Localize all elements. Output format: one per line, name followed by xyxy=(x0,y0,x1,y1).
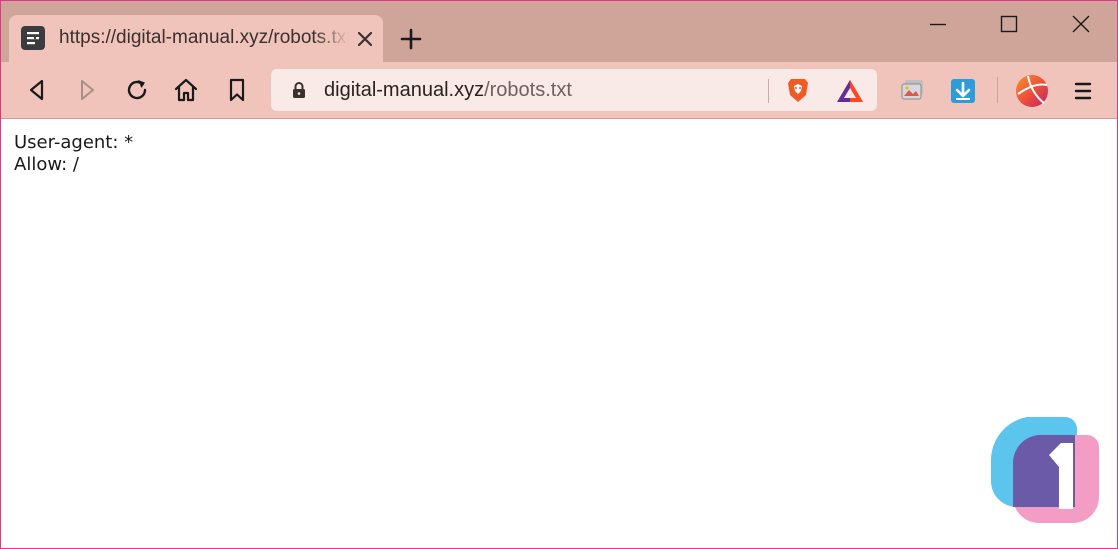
reload-button[interactable] xyxy=(123,76,151,104)
forward-icon xyxy=(81,80,94,100)
url-divider xyxy=(768,79,769,103)
lock-icon[interactable] xyxy=(289,80,309,100)
robots-line-allow: Allow: / xyxy=(14,154,79,175)
home-icon xyxy=(174,78,198,102)
robots-txt-content: User-agent: * Allow: / xyxy=(14,132,133,176)
maximize-button[interactable] xyxy=(974,1,1044,47)
back-icon xyxy=(29,79,44,101)
home-button[interactable] xyxy=(172,76,200,104)
page-content: User-agent: * Allow: / xyxy=(1,119,1117,548)
brave-rewards-icon[interactable] xyxy=(835,77,865,105)
reload-icon xyxy=(127,80,147,100)
close-tab-icon[interactable] xyxy=(353,27,377,51)
back-button[interactable] xyxy=(23,76,51,104)
tab-robots[interactable]: https://digital-manual.xyz/robots.txt xyxy=(9,15,383,62)
robots-line-user-agent: User-agent: * xyxy=(14,132,134,153)
toolbar-divider xyxy=(997,77,998,103)
screens-icon[interactable] xyxy=(897,75,929,107)
browser-window: https://digital-manual.xyz/robots.txt di… xyxy=(0,0,1118,549)
brave-shields-icon[interactable] xyxy=(783,75,813,105)
profile-avatar[interactable] xyxy=(1014,73,1050,109)
close-window-button[interactable] xyxy=(1046,1,1116,47)
url-domain: digital-manual.xyz xyxy=(324,79,485,101)
bookmark-icon xyxy=(229,78,245,102)
new-tab-button[interactable] xyxy=(395,23,427,55)
close-icon xyxy=(1072,15,1090,33)
download-icon[interactable] xyxy=(947,75,979,107)
menu-button[interactable] xyxy=(1069,79,1097,103)
maximize-icon xyxy=(1000,15,1018,33)
hamburger-menu-icon xyxy=(1074,82,1092,100)
forward-button[interactable] xyxy=(73,76,101,104)
tab-title: https://digital-manual.xyz/robots.txt xyxy=(59,27,349,48)
document-lines-icon xyxy=(21,26,45,50)
watermark-logo xyxy=(987,417,1103,525)
address-bar[interactable]: digital-manual.xyz/robots.txt xyxy=(271,69,877,111)
minimize-button[interactable] xyxy=(903,1,973,47)
minimize-icon xyxy=(930,23,946,26)
tab-strip: https://digital-manual.xyz/robots.txt xyxy=(1,1,1117,62)
url-path: /robots.txt xyxy=(484,79,572,101)
url-text[interactable]: digital-manual.xyz/robots.txt xyxy=(324,79,572,102)
bookmark-button[interactable] xyxy=(223,76,251,104)
